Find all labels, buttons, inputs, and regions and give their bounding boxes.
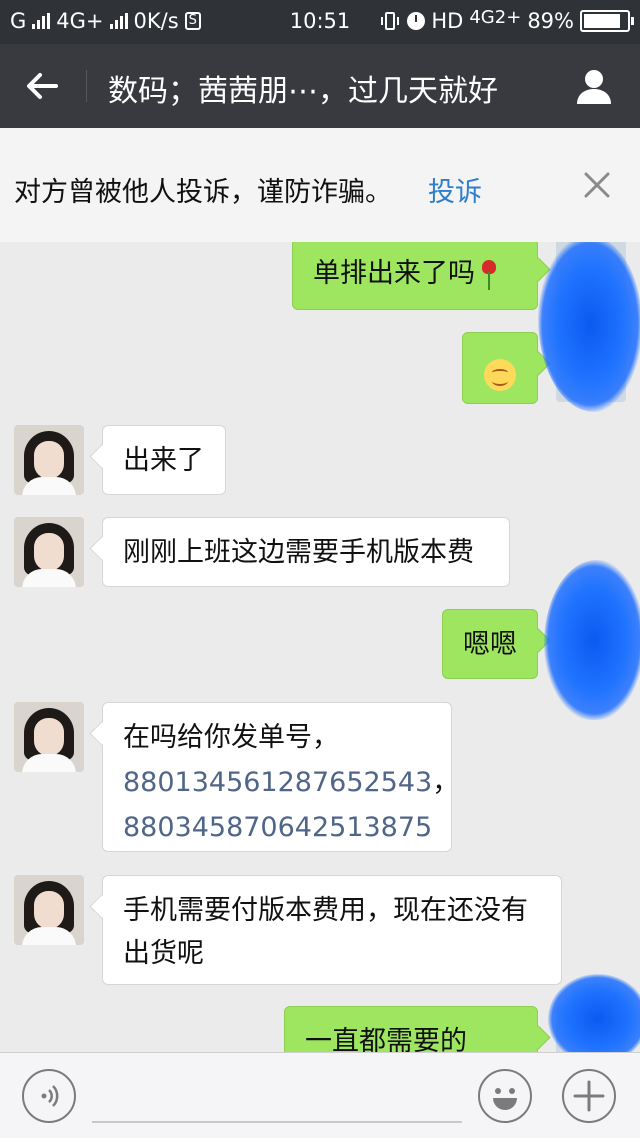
message-text: 出货呢 — [123, 938, 204, 969]
message-list[interactable]: 单排出来了吗 出来了 刚刚上班这边需要手机版本费 嗯嗯 在吗给你发单号， 880… — [0, 242, 640, 1052]
close-icon[interactable] — [582, 170, 612, 200]
plus-icon — [573, 1080, 605, 1112]
voice-button[interactable] — [22, 1069, 76, 1123]
message-text: 单排出来了吗 — [313, 258, 475, 289]
redaction-scribble — [548, 974, 640, 1052]
redaction-scribble — [538, 242, 640, 412]
status-bar: G 4G+ 0K/s S 10:51 HD 4G2+ 89% — [0, 0, 640, 44]
tracking-number[interactable]: 880345870642513875 — [123, 805, 432, 850]
message-bubble-out[interactable]: 一直都需要的吗？ — [284, 1006, 538, 1052]
avatar-contact[interactable] — [14, 702, 84, 772]
emoji-button[interactable] — [478, 1069, 532, 1123]
message-bubble-out[interactable]: 单排出来了吗 — [292, 242, 538, 310]
emoji-icon — [493, 1088, 517, 1110]
rose-icon — [479, 259, 499, 290]
smile-emoji-icon — [484, 358, 516, 391]
message-text: 刚刚上班这边需要手机版本费 — [123, 537, 474, 568]
message-text: 一直都需要的吗？ — [305, 1026, 467, 1052]
plus-button[interactable] — [562, 1069, 616, 1123]
network2-label: 4G2+ — [469, 6, 522, 28]
hd-label: HD — [431, 9, 464, 33]
person-icon[interactable] — [572, 64, 616, 108]
report-link[interactable]: 投诉 — [428, 170, 482, 209]
fraud-warning-banner: 对方曾被他人投诉，谨防诈骗。 投诉 — [0, 128, 640, 242]
alarm-icon — [407, 12, 426, 30]
tracking-number[interactable]: 880134561287652543 — [123, 767, 432, 798]
warning-text: 对方曾被他人投诉，谨防诈骗。 — [14, 177, 392, 208]
avatar-contact[interactable] — [14, 425, 84, 495]
chat-title: 数码；茜茜朋⋯，过几天就好 — [108, 74, 498, 109]
voice-icon — [41, 1085, 59, 1107]
message-bubble-out[interactable]: 嗯嗯 — [442, 609, 538, 679]
input-bar — [0, 1052, 640, 1138]
vibrate-icon — [381, 12, 400, 30]
chat-header: 数码；茜茜朋⋯，过几天就好 — [0, 44, 640, 128]
battery-icon — [580, 10, 634, 32]
back-arrow-icon[interactable] — [20, 64, 64, 108]
redaction-scribble — [544, 560, 640, 720]
message-text: 嗯嗯 — [463, 629, 517, 660]
avatar-contact[interactable] — [14, 517, 84, 587]
message-text: 出来了 — [123, 445, 204, 476]
header-divider — [86, 70, 87, 102]
message-bubble-in[interactable]: 刚刚上班这边需要手机版本费 — [102, 517, 510, 587]
message-text: 在吗给你发单号， — [123, 722, 339, 753]
message-bubble-in[interactable]: 出来了 — [102, 425, 226, 495]
message-bubble-out[interactable] — [462, 332, 538, 404]
comma: ， — [432, 767, 460, 798]
battery-percent: 89% — [527, 9, 574, 33]
message-bubble-in[interactable]: 手机需要付版本费用，现在还没有 出货呢 — [102, 875, 562, 985]
message-text: 手机需要付版本费用，现在还没有 — [123, 895, 528, 926]
avatar-contact[interactable] — [14, 875, 84, 945]
message-bubble-in[interactable]: 在吗给你发单号， 880134561287652543， 88034587064… — [102, 702, 459, 852]
message-input[interactable] — [92, 1121, 462, 1123]
